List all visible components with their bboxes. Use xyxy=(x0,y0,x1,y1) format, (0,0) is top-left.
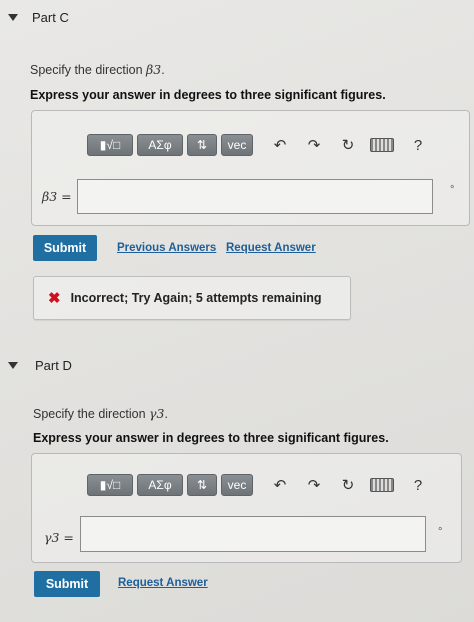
templates-button[interactable]: ▮√□ xyxy=(87,474,133,496)
part-d-math-toolbar: ▮√□ ΑΣφ ⇅ vec ↶ ↷ ↻ ? xyxy=(87,474,433,496)
part-c-feedback-box: ✖ Incorrect; Try Again; 5 attempts remai… xyxy=(33,276,351,320)
part-d-collapse-caret[interactable] xyxy=(8,362,18,369)
part-c-answer-panel: ▮√□ ΑΣφ ⇅ vec ↶ ↷ ↻ ? β3 = ° xyxy=(31,110,470,226)
keyboard-icon[interactable] xyxy=(367,474,397,496)
help-icon[interactable]: ? xyxy=(403,134,433,156)
part-c-instruction: Express your answer in degrees to three … xyxy=(30,88,386,102)
keyboard-icon[interactable] xyxy=(367,134,397,156)
part-c-math-toolbar: ▮√□ ΑΣφ ⇅ vec ↶ ↷ ↻ ? xyxy=(87,134,433,156)
vec-button[interactable]: vec xyxy=(221,474,253,496)
part-c-equation-label: β3 = xyxy=(42,189,72,204)
previous-answers-link[interactable]: Previous Answers xyxy=(117,242,216,254)
redo-icon[interactable]: ↷ xyxy=(299,134,329,156)
redo-icon[interactable]: ↷ xyxy=(299,474,329,496)
undo-icon[interactable]: ↶ xyxy=(265,474,295,496)
part-d-equation-label: γ3 = xyxy=(44,530,74,545)
part-d-answer-panel: ▮√□ ΑΣφ ⇅ vec ↶ ↷ ↻ ? γ3 = ° xyxy=(31,453,462,563)
sort-button[interactable]: ⇅ xyxy=(187,134,217,156)
part-c-prompt: Specify the direction β3. xyxy=(30,62,165,77)
greek-symbols-button[interactable]: ΑΣφ xyxy=(137,134,183,156)
part-d-submit-button[interactable]: Submit xyxy=(34,571,100,597)
templates-button[interactable]: ▮√□ xyxy=(87,134,133,156)
incorrect-icon: ✖ xyxy=(48,290,61,307)
sort-button[interactable]: ⇅ xyxy=(187,474,217,496)
part-d-degree-unit: ° xyxy=(438,526,443,538)
reset-icon[interactable]: ↻ xyxy=(333,134,363,156)
part-d-answer-input[interactable] xyxy=(80,516,426,552)
part-d-instruction: Express your answer in degrees to three … xyxy=(33,431,389,445)
part-c-submit-button[interactable]: Submit xyxy=(33,235,97,261)
undo-icon[interactable]: ↶ xyxy=(265,134,295,156)
part-c-request-answer-link[interactable]: Request Answer xyxy=(226,242,316,254)
part-c-collapse-caret[interactable] xyxy=(8,14,18,21)
feedback-message: Incorrect; Try Again; 5 attempts remaini… xyxy=(70,291,322,305)
part-d-request-answer-link[interactable]: Request Answer xyxy=(118,577,208,589)
part-d-prompt: Specify the direction γ3. xyxy=(33,406,168,421)
part-c-title[interactable]: Part C xyxy=(32,10,69,25)
part-d-title[interactable]: Part D xyxy=(35,358,72,373)
part-c-answer-input[interactable] xyxy=(77,179,433,214)
vec-button[interactable]: vec xyxy=(221,134,253,156)
help-icon[interactable]: ? xyxy=(403,474,433,496)
reset-icon[interactable]: ↻ xyxy=(333,474,363,496)
greek-symbols-button[interactable]: ΑΣφ xyxy=(137,474,183,496)
part-c-degree-unit: ° xyxy=(450,184,455,196)
